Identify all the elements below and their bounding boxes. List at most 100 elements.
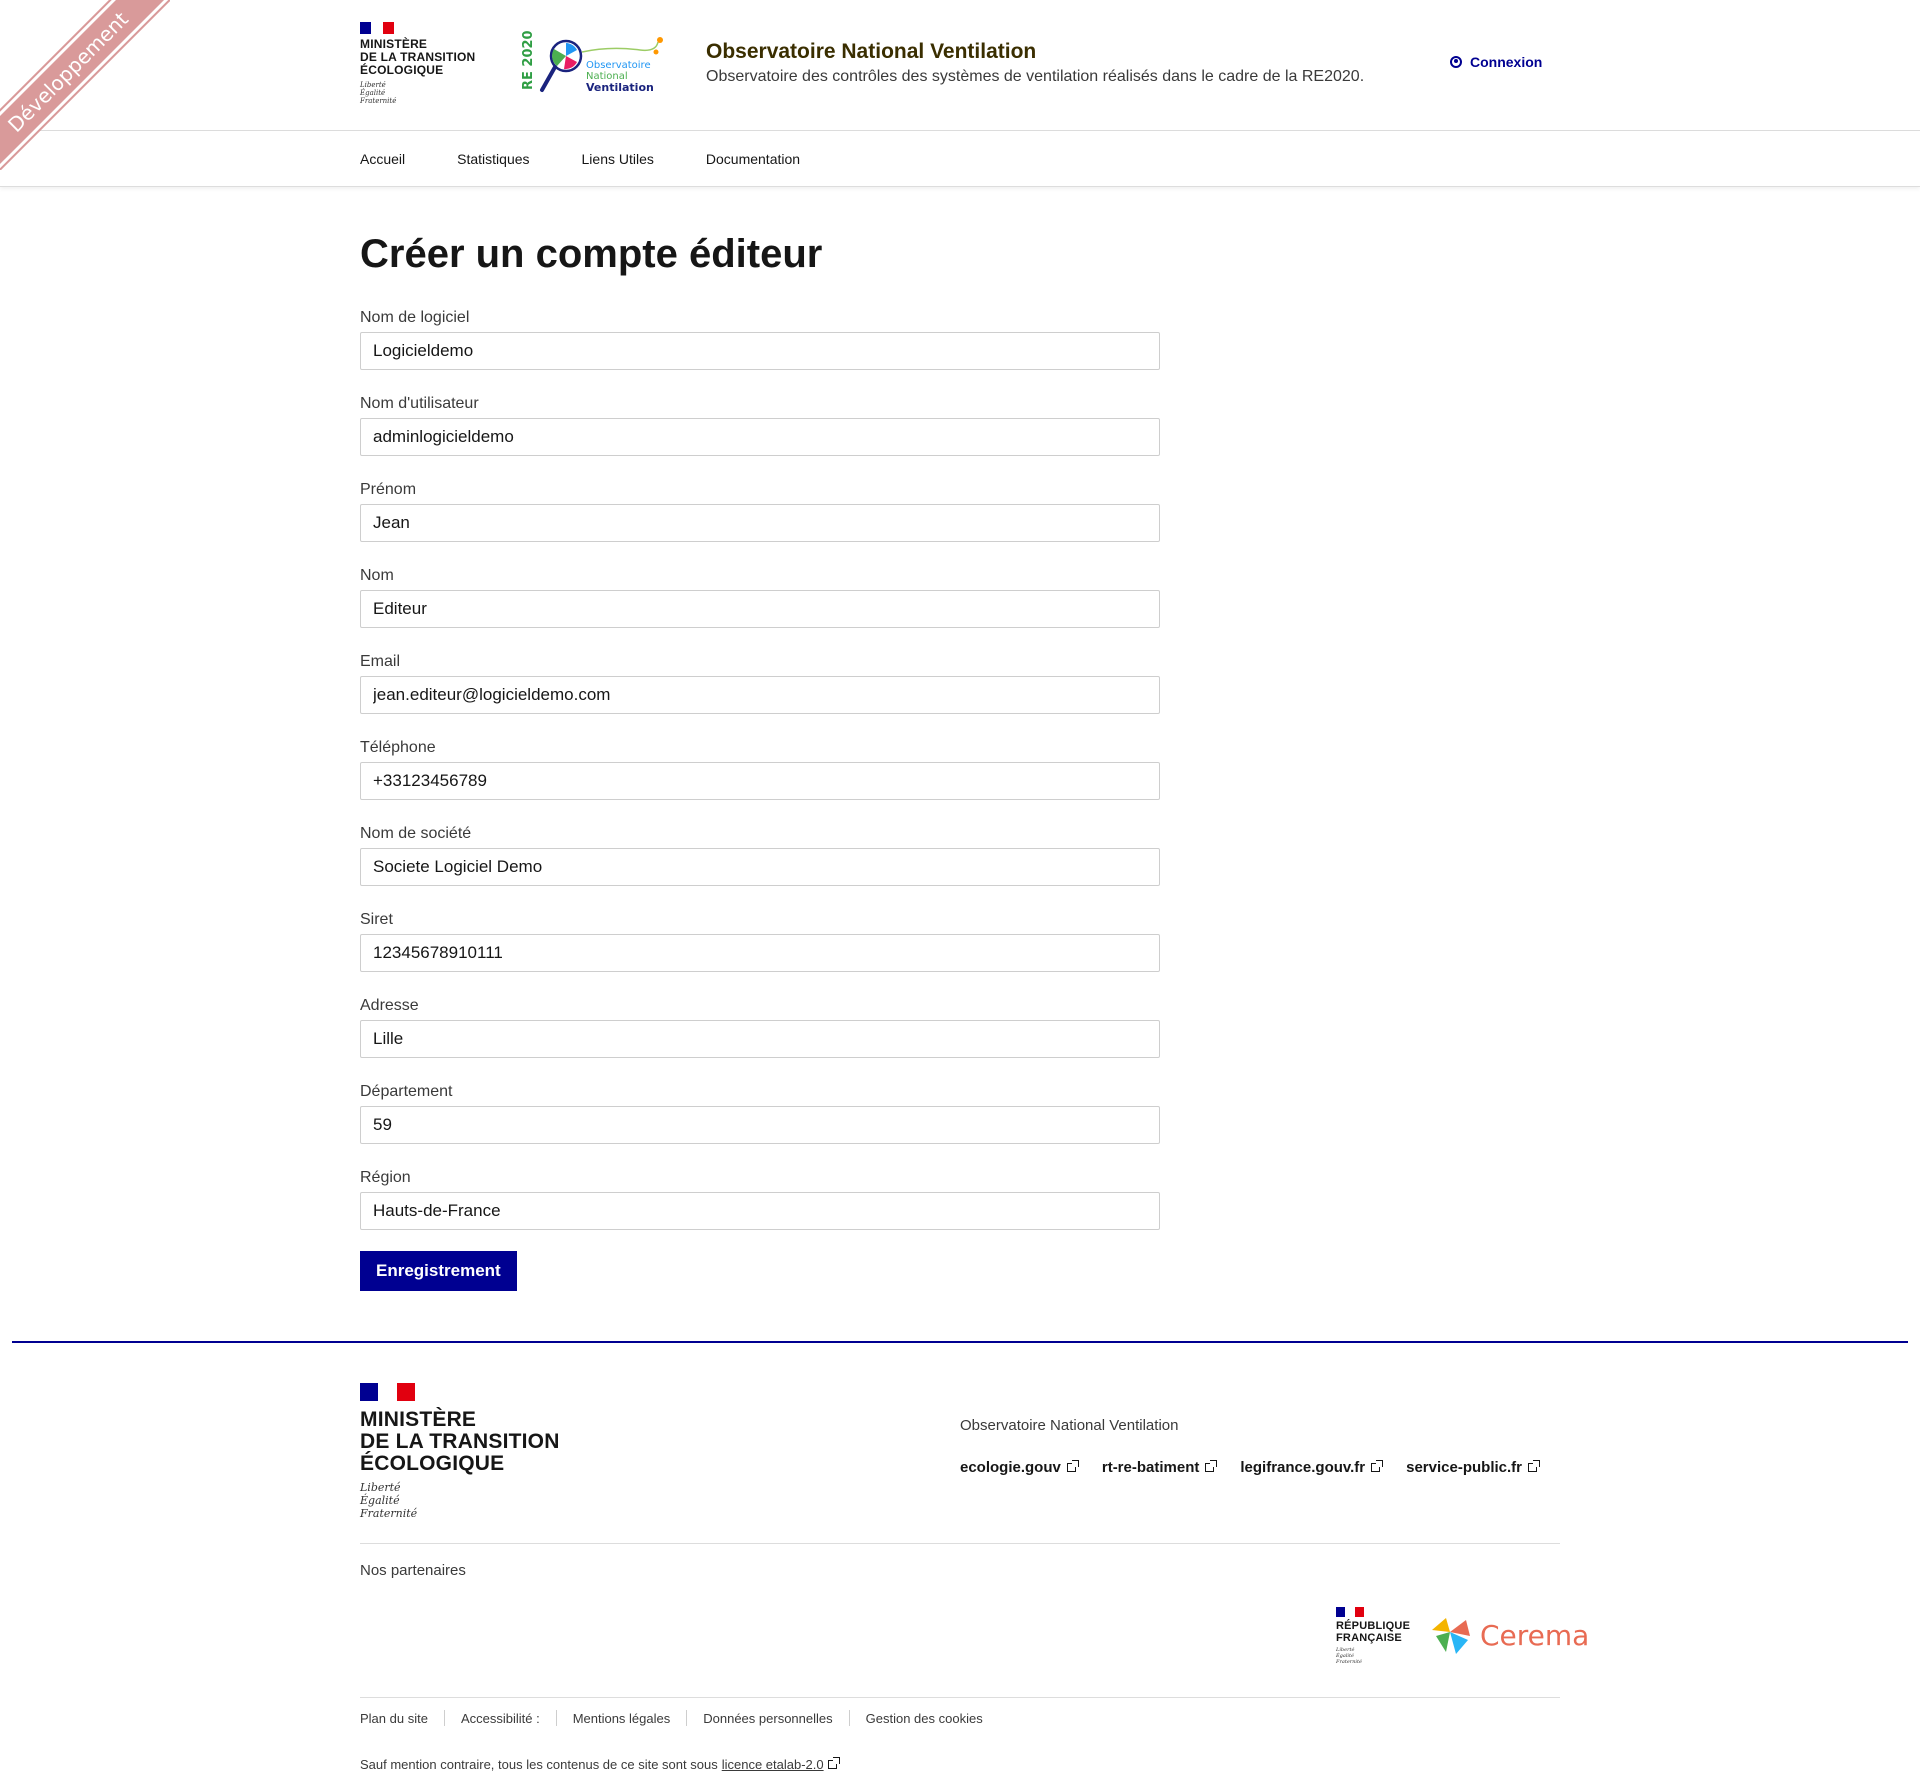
ministry-line: écologique [360,1452,505,1475]
dev-ribbon: Développement [0,0,170,170]
footer-ministry-name: Ministère de la transition écologique [360,1409,560,1475]
field-nom-utilisateur: Nom d'utilisateur [360,395,1160,456]
devise-line: Fraternité [1336,1659,1362,1665]
onv-logo[interactable]: RE 2020 Observatoire National Ventilatio… [520,30,670,98]
field-nom: Nom [360,567,1160,628]
external-link-icon [1066,1460,1079,1472]
footer-links: ecologie.gouv rt-re-batiment legifrance.… [960,1459,1541,1476]
user-icon [1450,56,1462,68]
nom-utilisateur-input[interactable] [360,418,1160,456]
field-email: Email [360,653,1160,714]
footer-top-border [12,1341,1908,1343]
footer-description: Observatoire National Ventilation [960,1417,1179,1434]
field-label: Nom d'utilisateur [360,395,479,412]
field-label: Région [360,1169,411,1186]
field-label: Email [360,653,401,670]
footer-link-mentions-legales[interactable]: Mentions légales [573,1711,671,1726]
prenom-input[interactable] [360,504,1160,542]
region-input[interactable] [360,1192,1160,1230]
ministry-devise: Liberté Égalité Fraternité [360,81,475,105]
page-title: Créer un compte éditeur [360,232,823,276]
onv-logo-line3: Ventilation [586,81,654,94]
separator [686,1710,688,1726]
site-header: Ministère de la transition écologique Li… [0,0,1920,131]
re2020-logo-text: RE 2020 [521,30,536,90]
external-link-icon [827,1757,840,1769]
onv-logo-line1: Observatoire [586,60,651,71]
field-label: Département [360,1083,453,1100]
field-departement: Département [360,1083,1160,1144]
nom-logiciel-input[interactable] [360,332,1160,370]
rf-name: République Française [1336,1620,1410,1644]
link-label: ecologie.gouv [960,1459,1061,1476]
ministry-logo[interactable]: Ministère de la transition écologique Li… [360,22,475,105]
nom-societe-input[interactable] [360,848,1160,886]
nav-item-liens-utiles[interactable]: Liens Utiles [582,151,654,167]
devise-line: Liberté [360,1481,401,1494]
login-label: Connexion [1470,54,1543,70]
footer-ministry-logo[interactable]: Ministère de la transition écologique Li… [360,1383,560,1520]
license-prefix: Sauf mention contraire, tous les contenu… [360,1757,718,1772]
submit-button[interactable]: Enregistrement [360,1251,517,1291]
devise-line: Fraternité [360,97,397,105]
ministry-line: écologique [360,63,444,77]
footer-link-service-public[interactable]: service-public.fr [1406,1459,1541,1476]
siret-input[interactable] [360,934,1160,972]
field-adresse: Adresse [360,997,1160,1058]
main-nav: Accueil Statistiques Liens Utiles Docume… [0,131,1920,187]
ministry-line: de la transition [360,1430,560,1453]
nav-item-statistiques[interactable]: Statistiques [457,151,529,167]
rf-line: Française [1336,1632,1402,1644]
field-label: Téléphone [360,739,436,756]
ministry-line: Ministère [360,1408,477,1431]
ministry-name: Ministère de la transition écologique [360,38,475,77]
field-label: Siret [360,911,393,928]
devise-line: Égalité [360,89,386,97]
license-link-label: licence etalab-2.0 [721,1757,824,1772]
footer-link-legifrance[interactable]: legifrance.gouv.fr [1240,1459,1384,1476]
adresse-input[interactable] [360,1020,1160,1058]
field-label: Nom de société [360,825,472,842]
field-region: Région [360,1169,1160,1230]
field-label: Nom de logiciel [360,309,470,326]
footer-divider [360,1543,1560,1544]
devise-line: Fraternité [360,1507,418,1520]
footer-link-plan-du-site[interactable]: Plan du site [360,1711,428,1726]
departement-input[interactable] [360,1106,1160,1144]
nav-item-accueil[interactable]: Accueil [360,151,405,167]
field-siret: Siret [360,911,1160,972]
link-label: service-public.fr [1406,1459,1523,1476]
site-tagline: Observatoire des contrôles des systèmes … [706,68,1365,85]
footer-link-gestion-cookies[interactable]: Gestion des cookies [866,1711,983,1726]
external-link-icon [1528,1460,1541,1472]
license-link[interactable]: licence etalab-2.0 [721,1757,840,1772]
link-label: rt-re-batiment [1101,1459,1200,1476]
field-prenom: Prénom [360,481,1160,542]
site-title[interactable]: Observatoire National Ventilation [706,40,1036,64]
rf-line: République [1336,1620,1411,1632]
field-nom-logiciel: Nom de logiciel [360,309,1160,370]
footer-link-ecologie[interactable]: ecologie.gouv [960,1459,1079,1476]
footer-license-text: Sauf mention contraire, tous les contenu… [360,1757,840,1772]
partner-republique-francaise-logo[interactable]: République Française Liberté Égalité Fra… [1336,1607,1410,1665]
login-button[interactable]: Connexion [1450,54,1542,70]
field-label: Adresse [360,997,419,1014]
email-input[interactable] [360,676,1160,714]
marianne-flag-icon [360,1383,415,1401]
cerema-wordmark: Cerema [1480,1618,1590,1652]
telephone-input[interactable] [360,762,1160,800]
marianne-flag-icon [1336,1607,1364,1617]
field-label: Nom [360,567,394,584]
partner-cerema-logo[interactable]: Cerema [1426,1612,1589,1658]
nom-input[interactable] [360,590,1160,628]
footer-divider-bottom [360,1697,1560,1698]
nav-item-documentation[interactable]: Documentation [706,151,800,167]
field-telephone: Téléphone [360,739,1160,800]
footer-link-donnees-personnelles[interactable]: Données personnelles [703,1711,832,1726]
external-link-icon [1371,1460,1384,1472]
separator [443,1710,445,1726]
field-label: Prénom [360,481,417,498]
footer-link-accessibilite[interactable]: Accessibilité : [461,1711,540,1726]
footer-link-rt-re-batiment[interactable]: rt-re-batiment [1101,1459,1218,1476]
partners-heading: Nos partenaires [360,1562,466,1579]
